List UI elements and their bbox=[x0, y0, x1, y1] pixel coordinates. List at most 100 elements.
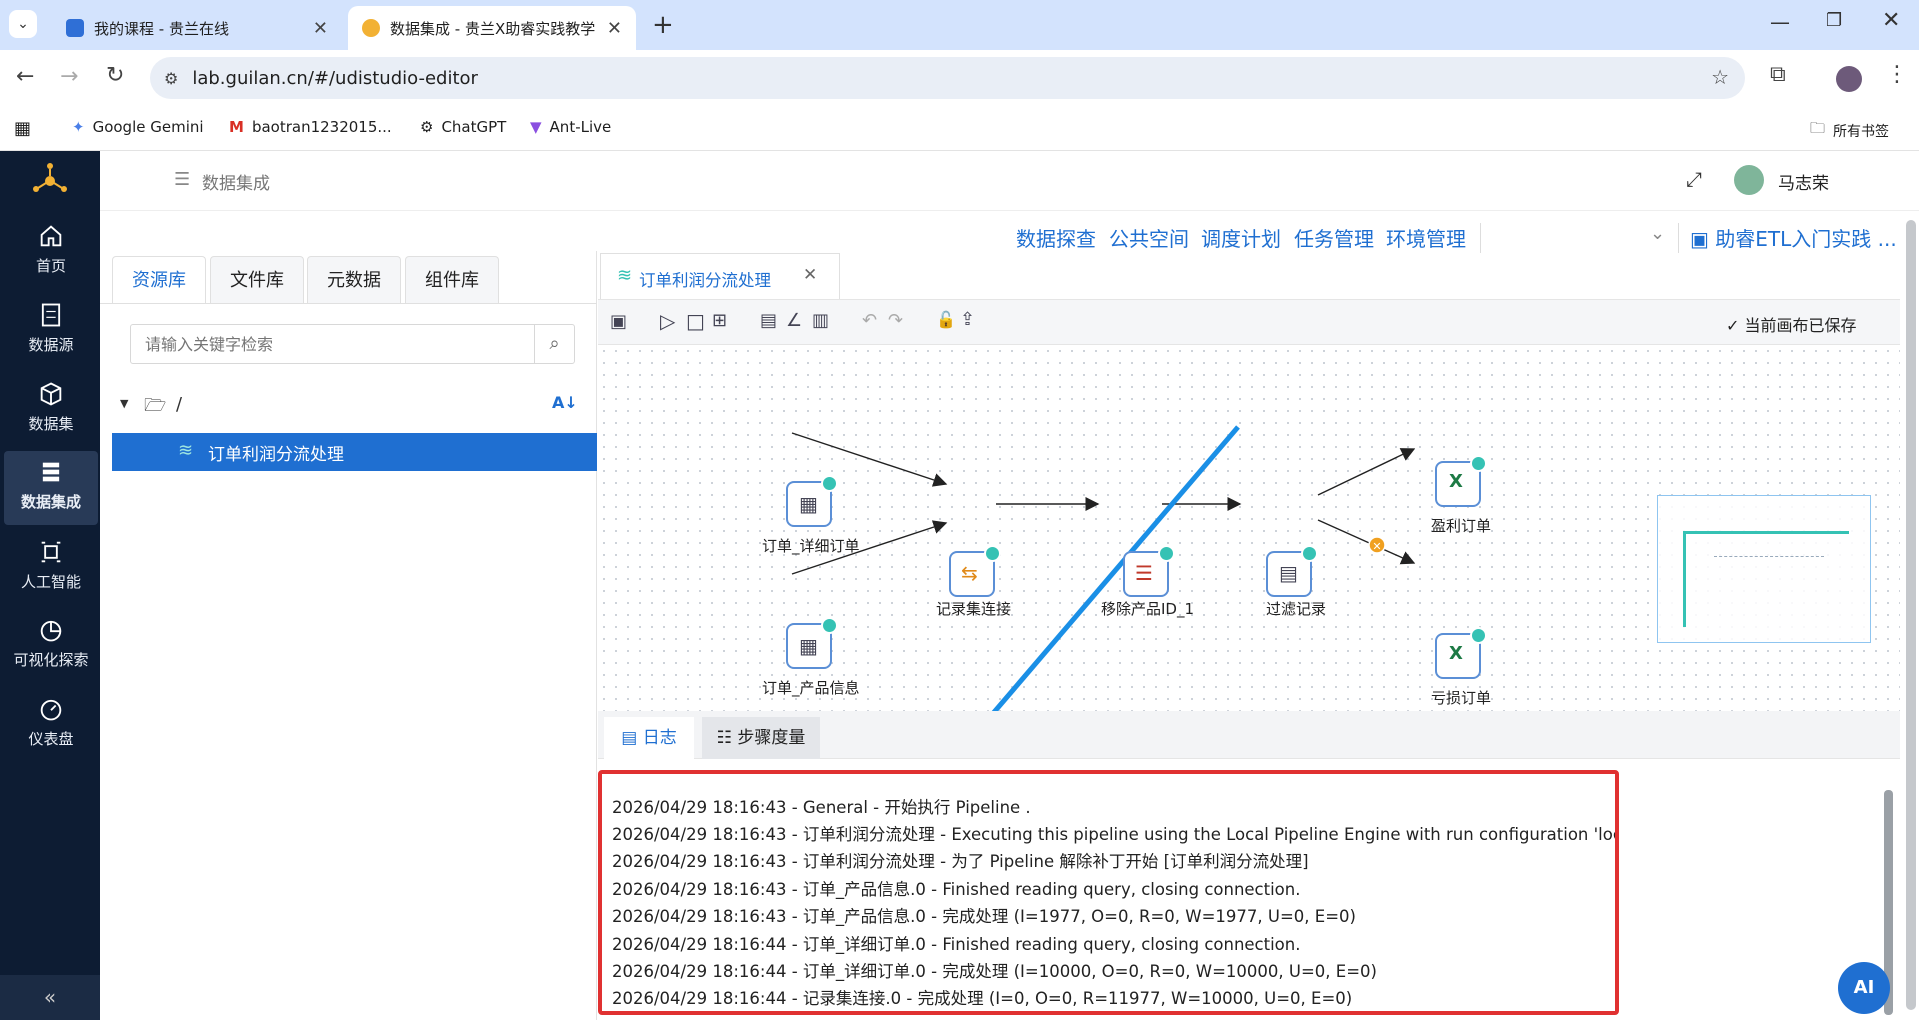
run-icon[interactable]: ▷ bbox=[660, 309, 675, 333]
dashboard-icon bbox=[40, 699, 62, 721]
close-window-button[interactable]: ✕ bbox=[1882, 8, 1900, 33]
tree-root[interactable]: / bbox=[176, 394, 182, 415]
check-icon bbox=[1158, 545, 1175, 562]
search-box: ⌕ bbox=[130, 324, 575, 364]
node-join[interactable]: ⇆ bbox=[949, 545, 1001, 597]
stop-icon[interactable]: □ bbox=[686, 309, 705, 333]
search-icon[interactable]: ⌕ bbox=[534, 325, 574, 363]
bookmark-chatgpt[interactable]: ⚙ ChatGPT bbox=[420, 118, 506, 136]
tab-metadata[interactable]: 元数据 bbox=[307, 256, 401, 303]
log-line: 2026/04/29 18:16:44 - 订单_详细订单.0 - Finish… bbox=[612, 935, 1301, 954]
star-icon[interactable]: ☆ bbox=[1711, 65, 1729, 89]
app-logo bbox=[33, 163, 67, 192]
editor-tab[interactable]: ≋ 订单利润分流处理 ✕ bbox=[600, 253, 840, 299]
avatar[interactable] bbox=[1734, 165, 1764, 195]
link-filter-loss bbox=[1317, 519, 1416, 565]
node-product-info[interactable]: ▦ bbox=[786, 617, 838, 669]
sidebar-item-dataset[interactable]: 数据集 bbox=[4, 373, 98, 447]
select-values-icon: ☰ bbox=[1135, 561, 1153, 585]
node-loss-orders[interactable]: X bbox=[1435, 627, 1487, 679]
restore-button[interactable]: ❐ bbox=[1826, 10, 1842, 31]
browser-tab-courses[interactable]: 我的课程 - 贵兰在线 ✕ bbox=[52, 6, 342, 50]
ai-assistant-button[interactable]: AI bbox=[1838, 962, 1890, 1014]
user-name[interactable]: 马志荣 bbox=[1778, 169, 1829, 194]
tab-components[interactable]: 组件库 bbox=[405, 256, 499, 303]
menu-data-explore[interactable]: 数据探查 bbox=[1016, 223, 1096, 252]
sidebar-item-integration[interactable]: 数据集成 bbox=[4, 451, 98, 525]
annotation-arrow bbox=[991, 425, 1240, 711]
ai-icon bbox=[41, 541, 61, 563]
menu-task-manage[interactable]: 任务管理 bbox=[1294, 223, 1374, 252]
browser-tab-integration[interactable]: 数据集成 - 贵兰X助睿实践教学 ✕ bbox=[348, 6, 636, 50]
sidebar-item-dashboard[interactable]: 仪表盘 bbox=[4, 688, 98, 762]
redo-icon[interactable]: ↷ bbox=[888, 310, 903, 331]
minimap[interactable] bbox=[1657, 495, 1871, 643]
svg-text:✕: ✕ bbox=[1372, 540, 1381, 553]
back-icon[interactable]: ← bbox=[16, 64, 34, 89]
undo-icon[interactable]: ↶ bbox=[862, 310, 877, 331]
node-remove-product-id[interactable]: ☰ bbox=[1123, 545, 1175, 597]
node-profit-orders[interactable]: X bbox=[1435, 455, 1487, 507]
datasource-icon bbox=[41, 303, 61, 327]
lock-icon[interactable]: 🔓 bbox=[936, 310, 956, 329]
tab-log[interactable]: ▤ 日志 bbox=[604, 717, 694, 759]
profile-avatar[interactable] bbox=[1836, 66, 1862, 92]
bookmark-gemini[interactable]: ✦ Google Gemini bbox=[72, 118, 204, 136]
reload-icon[interactable]: ↻ bbox=[106, 63, 124, 88]
project-selector[interactable]: ▣ 助睿ETL入门实践 ... bbox=[1690, 223, 1897, 252]
sort-az-icon[interactable]: A↓ bbox=[552, 393, 578, 412]
node-detail-orders[interactable]: ▦ bbox=[786, 475, 838, 527]
table-input-icon: ▦ bbox=[799, 634, 818, 658]
close-icon[interactable]: ✕ bbox=[607, 18, 622, 39]
divider bbox=[1678, 223, 1679, 253]
new-tab-button[interactable]: + bbox=[652, 10, 674, 40]
saved-status: ✓ 当前画布已保存 bbox=[1726, 316, 1857, 335]
fullscreen-icon[interactable]: ⤢ bbox=[1686, 167, 1702, 191]
caret-down-icon[interactable]: ▼ bbox=[120, 397, 128, 410]
upload-icon[interactable]: ⇪ bbox=[960, 309, 975, 330]
close-icon[interactable]: ✕ bbox=[803, 265, 817, 285]
log-panel[interactable]: 2026/04/29 18:16:43 - General - 开始执行 Pip… bbox=[598, 770, 1619, 1015]
bookmark-antlive[interactable]: ▼ Ant-Live bbox=[530, 118, 611, 136]
tab-step-metrics[interactable]: ☷ 步骤度量 bbox=[702, 717, 820, 759]
page-scrollbar[interactable] bbox=[1906, 220, 1916, 1010]
node-filter[interactable]: ▤ bbox=[1266, 545, 1318, 597]
preview-icon[interactable]: ⊞ bbox=[712, 310, 727, 331]
filter-icon: ▤ bbox=[1279, 561, 1298, 585]
pipeline-canvas[interactable]: ✕ ▦ 订单_详细订单 ▦ 订单_产品信息 ⇆ 记录集连接 ☰ 移除产品ID_1… bbox=[598, 345, 1900, 711]
grid-icon[interactable]: ▤ bbox=[760, 310, 777, 331]
save-icon[interactable]: ▣ bbox=[610, 311, 627, 332]
tab-repository[interactable]: 资源库 bbox=[112, 256, 206, 303]
sidebar-item-home[interactable]: 首页 bbox=[4, 215, 98, 289]
tab-files[interactable]: 文件库 bbox=[210, 256, 304, 303]
align-icon[interactable]: ∠ bbox=[786, 310, 802, 331]
url-field[interactable]: ⚙ lab.guilan.cn/#/udistudio-editor ☆ bbox=[150, 57, 1745, 99]
pipeline-icon: ≋ bbox=[178, 440, 194, 461]
tree-item-selected[interactable]: ≋ 订单利润分流处理 bbox=[112, 433, 597, 471]
menu-schedule[interactable]: 调度计划 bbox=[1201, 223, 1281, 252]
sidebar-item-ai[interactable]: 人工智能 bbox=[4, 531, 98, 605]
check-icon bbox=[1470, 455, 1487, 472]
metrics-icon[interactable]: ▥ bbox=[812, 310, 829, 331]
all-bookmarks[interactable]: 🗀 所有书签 bbox=[1810, 118, 1889, 143]
menu-icon[interactable]: ⋮ bbox=[1886, 62, 1908, 87]
forward-icon[interactable]: → bbox=[60, 64, 78, 89]
apps-icon[interactable]: ▦ bbox=[14, 118, 31, 139]
minimize-button[interactable]: — bbox=[1770, 10, 1790, 34]
collapse-sidebar-button[interactable]: « bbox=[0, 975, 100, 1020]
sidebar-item-visual[interactable]: 可视化探索 bbox=[4, 609, 98, 683]
menu-public-space[interactable]: 公共空间 bbox=[1109, 223, 1189, 252]
node-label: 过滤记录 bbox=[1266, 600, 1327, 618]
search-input[interactable] bbox=[131, 325, 531, 363]
chevron-down-icon[interactable]: ⌄ bbox=[1650, 223, 1665, 244]
extensions-icon[interactable]: ⧉ bbox=[1770, 62, 1786, 87]
minimap-viewport[interactable] bbox=[1683, 531, 1849, 627]
tab-list-icon[interactable]: ⌄ bbox=[9, 10, 37, 38]
sidebar-item-datasource[interactable]: 数据源 bbox=[4, 294, 98, 368]
close-icon[interactable]: ✕ bbox=[313, 18, 328, 39]
folder-icon: 🗀 bbox=[1810, 119, 1826, 137]
site-info-icon[interactable]: ⚙ bbox=[164, 69, 178, 88]
menu-env-manage[interactable]: 环境管理 bbox=[1386, 223, 1466, 252]
bookmark-gmail[interactable]: Mbaotran1232015... bbox=[229, 118, 392, 136]
chart-pie-icon bbox=[40, 620, 62, 642]
